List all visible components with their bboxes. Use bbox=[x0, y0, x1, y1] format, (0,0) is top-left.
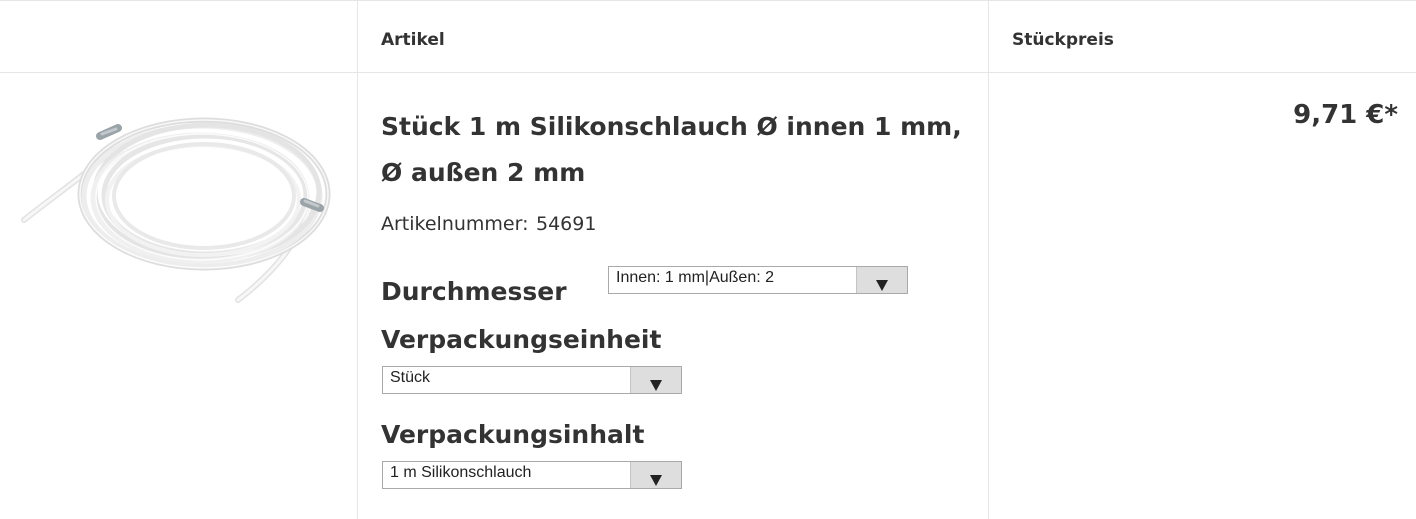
verpackungsinhalt-select[interactable]: 1 m Silikonschlauch bbox=[382, 461, 682, 489]
header-article: Artikel bbox=[381, 30, 445, 50]
option-label-verpackungsinhalt: Verpackungsinhalt bbox=[381, 420, 645, 449]
article-number-value: 54691 bbox=[536, 213, 597, 235]
header-unit-price: Stückpreis bbox=[1012, 30, 1114, 50]
verpackungseinheit-dropdown-button[interactable] bbox=[630, 367, 681, 393]
durchmesser-select[interactable]: Innen: 1 mm|Außen: 2 bbox=[608, 266, 908, 294]
article-number-label: Artikelnummer: bbox=[381, 213, 529, 235]
triangle-down-icon bbox=[650, 475, 662, 486]
product-image[interactable] bbox=[14, 84, 334, 314]
option-label-verpackungseinheit: Verpackungseinheit bbox=[381, 325, 662, 354]
cart-table: Artikel Stückpreis Stück 1 m Silikonschl… bbox=[0, 0, 1416, 519]
durchmesser-dropdown-button[interactable] bbox=[856, 267, 907, 293]
table-top-border bbox=[0, 0, 1416, 1]
verpackungsinhalt-selected-value: 1 m Silikonschlauch bbox=[390, 464, 532, 481]
unit-price: 9,71 €* bbox=[1293, 100, 1398, 130]
column-divider-2 bbox=[988, 0, 989, 519]
durchmesser-selected-value: Innen: 1 mm|Außen: 2 bbox=[616, 269, 775, 286]
header-divider bbox=[0, 72, 1416, 73]
verpackungseinheit-selected-value: Stück bbox=[390, 369, 431, 386]
verpackungsinhalt-dropdown-button[interactable] bbox=[630, 462, 681, 488]
verpackungseinheit-select[interactable]: Stück bbox=[382, 366, 682, 394]
triangle-down-icon bbox=[650, 380, 662, 391]
column-divider-1 bbox=[357, 0, 358, 519]
triangle-down-icon bbox=[876, 280, 888, 291]
option-label-durchmesser: Durchmesser bbox=[381, 277, 567, 306]
product-title[interactable]: Stück 1 m Silikonschlauch Ø innen 1 mm, … bbox=[381, 104, 971, 196]
